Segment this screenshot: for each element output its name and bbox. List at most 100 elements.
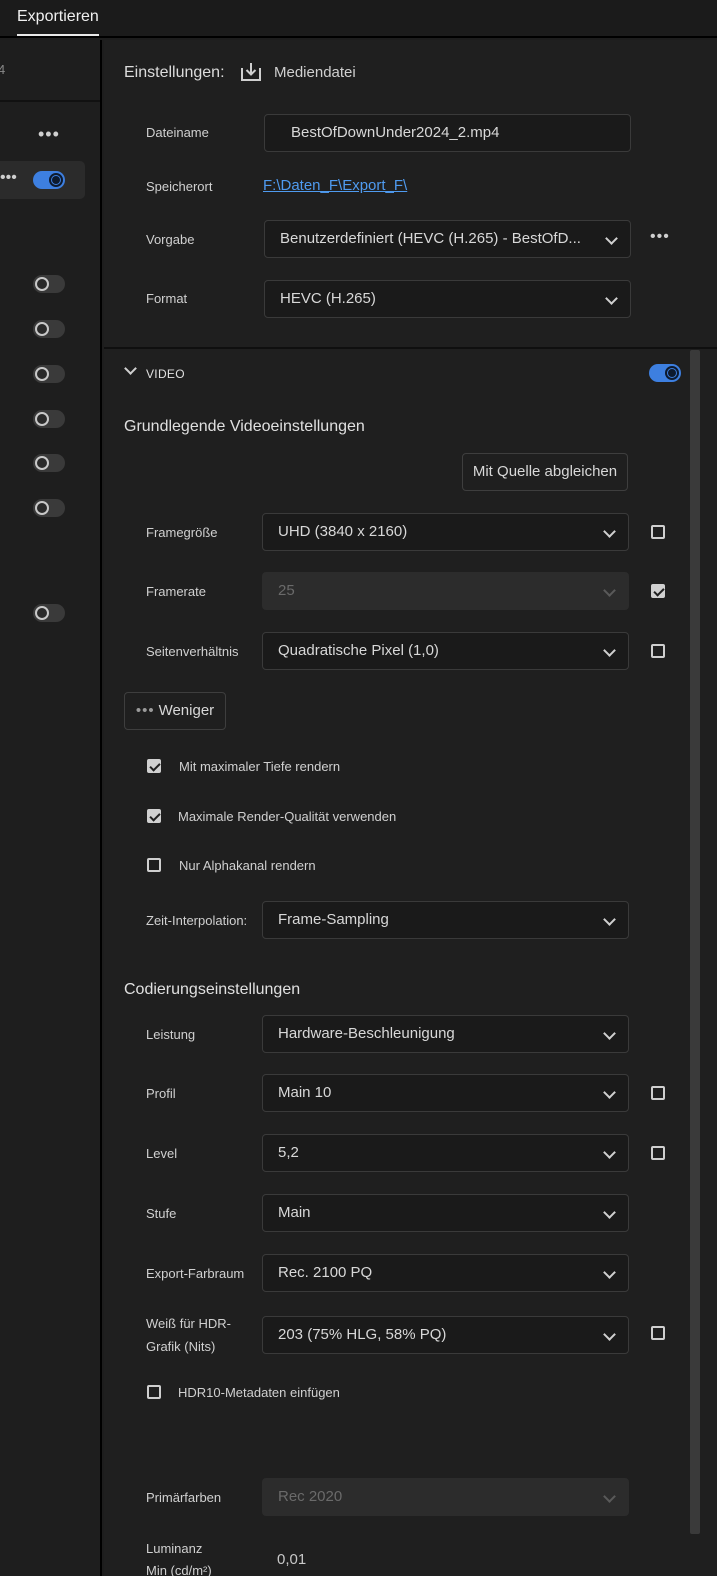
hdr-white-label-line1: Weiß für HDR- — [146, 1316, 231, 1331]
video-section-title[interactable]: VIDEO — [146, 367, 185, 381]
chevron-down-icon — [603, 1206, 616, 1219]
basic-video-settings-title: Grundlegende Videoeinstellungen — [124, 418, 365, 435]
tier-label: Stufe — [146, 1206, 177, 1221]
settings-panel: Einstellungen: Mediendatei Dateiname Bes… — [104, 40, 717, 1576]
performance-dropdown[interactable]: Hardware-Beschleunigung — [262, 1015, 629, 1053]
max-quality-checkbox[interactable] — [147, 809, 161, 823]
less-button[interactable]: ••• Weniger — [124, 692, 226, 730]
preset-more-icon[interactable]: ••• — [650, 228, 670, 246]
less-button-label: Weniger — [158, 702, 215, 719]
primaries-label: Primärfarben — [146, 1490, 222, 1505]
left-toggle-7[interactable] — [33, 499, 65, 517]
left-toggle-4[interactable] — [33, 365, 65, 383]
tier-value: Main — [278, 1204, 311, 1221]
hdr-white-label-line2: Grafik (Nits) — [146, 1339, 216, 1354]
profile-label: Profil — [146, 1086, 176, 1101]
primaries-dropdown[interactable]: Rec 2020 — [262, 1478, 629, 1516]
tab-exportieren[interactable]: Exportieren — [17, 8, 99, 26]
left-divider — [0, 100, 100, 102]
filename-input[interactable]: BestOfDownUnder2024_2.mp4 — [264, 114, 631, 152]
export-colorspace-value: Rec. 2100 PQ — [278, 1264, 373, 1281]
time-interpolation-label: Zeit-Interpolation: — [146, 913, 248, 928]
left-toggle-1[interactable] — [33, 171, 65, 189]
more-options-icon[interactable]: ••• — [38, 124, 60, 145]
aspect-ratio-dropdown[interactable]: Quadratische Pixel (1,0) — [262, 632, 629, 670]
format-label: Format — [146, 291, 188, 306]
left-toggle-3[interactable] — [33, 320, 65, 338]
time-interpolation-dropdown[interactable]: Frame-Sampling — [262, 901, 629, 939]
frame-rate-dropdown[interactable]: 25 — [262, 572, 629, 610]
profile-value: Main 10 — [278, 1084, 332, 1101]
hdr-white-dropdown[interactable]: 203 (75% HLG, 58% PQ) — [262, 1316, 629, 1354]
frame-rate-value: 25 — [278, 582, 295, 599]
primaries-value: Rec 2020 — [278, 1488, 343, 1505]
hdr-white-value: 203 (75% HLG, 58% PQ) — [278, 1326, 447, 1343]
top-tab-bar: Exportieren — [0, 0, 717, 38]
left-panel-number: 4 — [0, 62, 6, 77]
max-quality-label: Maximale Render-Qualität verwenden — [178, 809, 397, 824]
frame-size-lock-checkbox[interactable] — [651, 525, 665, 539]
video-enable-toggle[interactable] — [649, 364, 681, 382]
encoding-settings-title: Codierungseinstellungen — [124, 981, 301, 998]
level-label: Level — [146, 1146, 178, 1161]
frame-size-value: UHD (3840 x 2160) — [278, 523, 408, 540]
more-dots-icon: ••• — [135, 702, 155, 719]
time-interpolation-value: Frame-Sampling — [278, 911, 389, 928]
level-lock-checkbox[interactable] — [651, 1146, 665, 1160]
left-toggle-5[interactable] — [33, 410, 65, 428]
section-divider — [104, 347, 717, 349]
alpha-only-checkbox[interactable] — [147, 858, 161, 872]
left-toggle-8[interactable] — [33, 604, 65, 622]
scrollbar[interactable] — [690, 350, 700, 1534]
media-file-label: Mediendatei — [274, 64, 356, 81]
hdr-white-lock-checkbox[interactable] — [651, 1326, 665, 1340]
max-depth-label: Mit maximaler Tiefe rendern — [179, 759, 341, 774]
left-toggle-6[interactable] — [33, 454, 65, 472]
performance-value: Hardware-Beschleunigung — [278, 1025, 455, 1042]
frame-rate-lock-checkbox[interactable] — [651, 584, 665, 598]
chevron-down-icon — [603, 1027, 616, 1040]
preset-value: Benutzerdefiniert (HEVC (H.265) - BestOf… — [280, 230, 581, 247]
profile-dropdown[interactable]: Main 10 — [262, 1074, 629, 1112]
chevron-down-icon — [605, 292, 618, 305]
location-link[interactable]: F:\Daten_F\Export_F\ — [263, 177, 407, 194]
chevron-down-icon — [603, 913, 616, 926]
match-source-button[interactable]: Mit Quelle abgleichen — [462, 453, 628, 491]
export-colorspace-label: Export-Farbraum — [146, 1266, 245, 1281]
export-colorspace-dropdown[interactable]: Rec. 2100 PQ — [262, 1254, 629, 1292]
chevron-down-icon — [603, 644, 616, 657]
aspect-ratio-lock-checkbox[interactable] — [651, 644, 665, 658]
left-panel: 4 ••• ••• — [0, 40, 102, 1576]
level-dropdown[interactable]: 5,2 — [262, 1134, 629, 1172]
location-label: Speicherort — [146, 179, 213, 194]
profile-lock-checkbox[interactable] — [651, 1086, 665, 1100]
luminance-label-line1: Luminanz — [146, 1541, 203, 1556]
hdr10-metadata-checkbox[interactable] — [147, 1385, 161, 1399]
active-tab-indicator — [17, 34, 99, 36]
aspect-ratio-value: Quadratische Pixel (1,0) — [278, 642, 439, 659]
aspect-ratio-label: Seitenverhältnis — [146, 644, 239, 659]
format-dropdown[interactable]: HEVC (H.265) — [264, 280, 631, 318]
chevron-down-icon — [603, 525, 616, 538]
frame-rate-label: Framerate — [146, 584, 206, 599]
tier-dropdown[interactable]: Main — [262, 1194, 629, 1232]
chevron-down-icon — [603, 1266, 616, 1279]
frame-size-dropdown[interactable]: UHD (3840 x 2160) — [262, 513, 629, 551]
max-depth-checkbox[interactable] — [147, 759, 161, 773]
preset-dropdown[interactable]: Benutzerdefiniert (HEVC (H.265) - BestOf… — [264, 220, 631, 258]
filename-label: Dateiname — [146, 125, 209, 140]
chevron-down-icon — [603, 1328, 616, 1341]
preset-label: Vorgabe — [146, 232, 195, 247]
luminance-min-value[interactable]: 0,01 — [277, 1551, 306, 1568]
download-icon — [241, 63, 261, 81]
level-value: 5,2 — [278, 1144, 299, 1161]
chevron-down-icon — [603, 1086, 616, 1099]
left-toggle-2[interactable] — [33, 275, 65, 293]
settings-header: Einstellungen: — [124, 64, 225, 81]
row-more-icon[interactable]: ••• — [0, 169, 17, 187]
hdr10-metadata-label: HDR10-Metadaten einfügen — [178, 1385, 340, 1400]
format-value: HEVC (H.265) — [280, 290, 376, 307]
luminance-label-line2: Min (cd/m²) — [146, 1563, 212, 1576]
chevron-down-icon — [603, 1146, 616, 1159]
collapse-chevron-icon[interactable] — [124, 362, 137, 375]
